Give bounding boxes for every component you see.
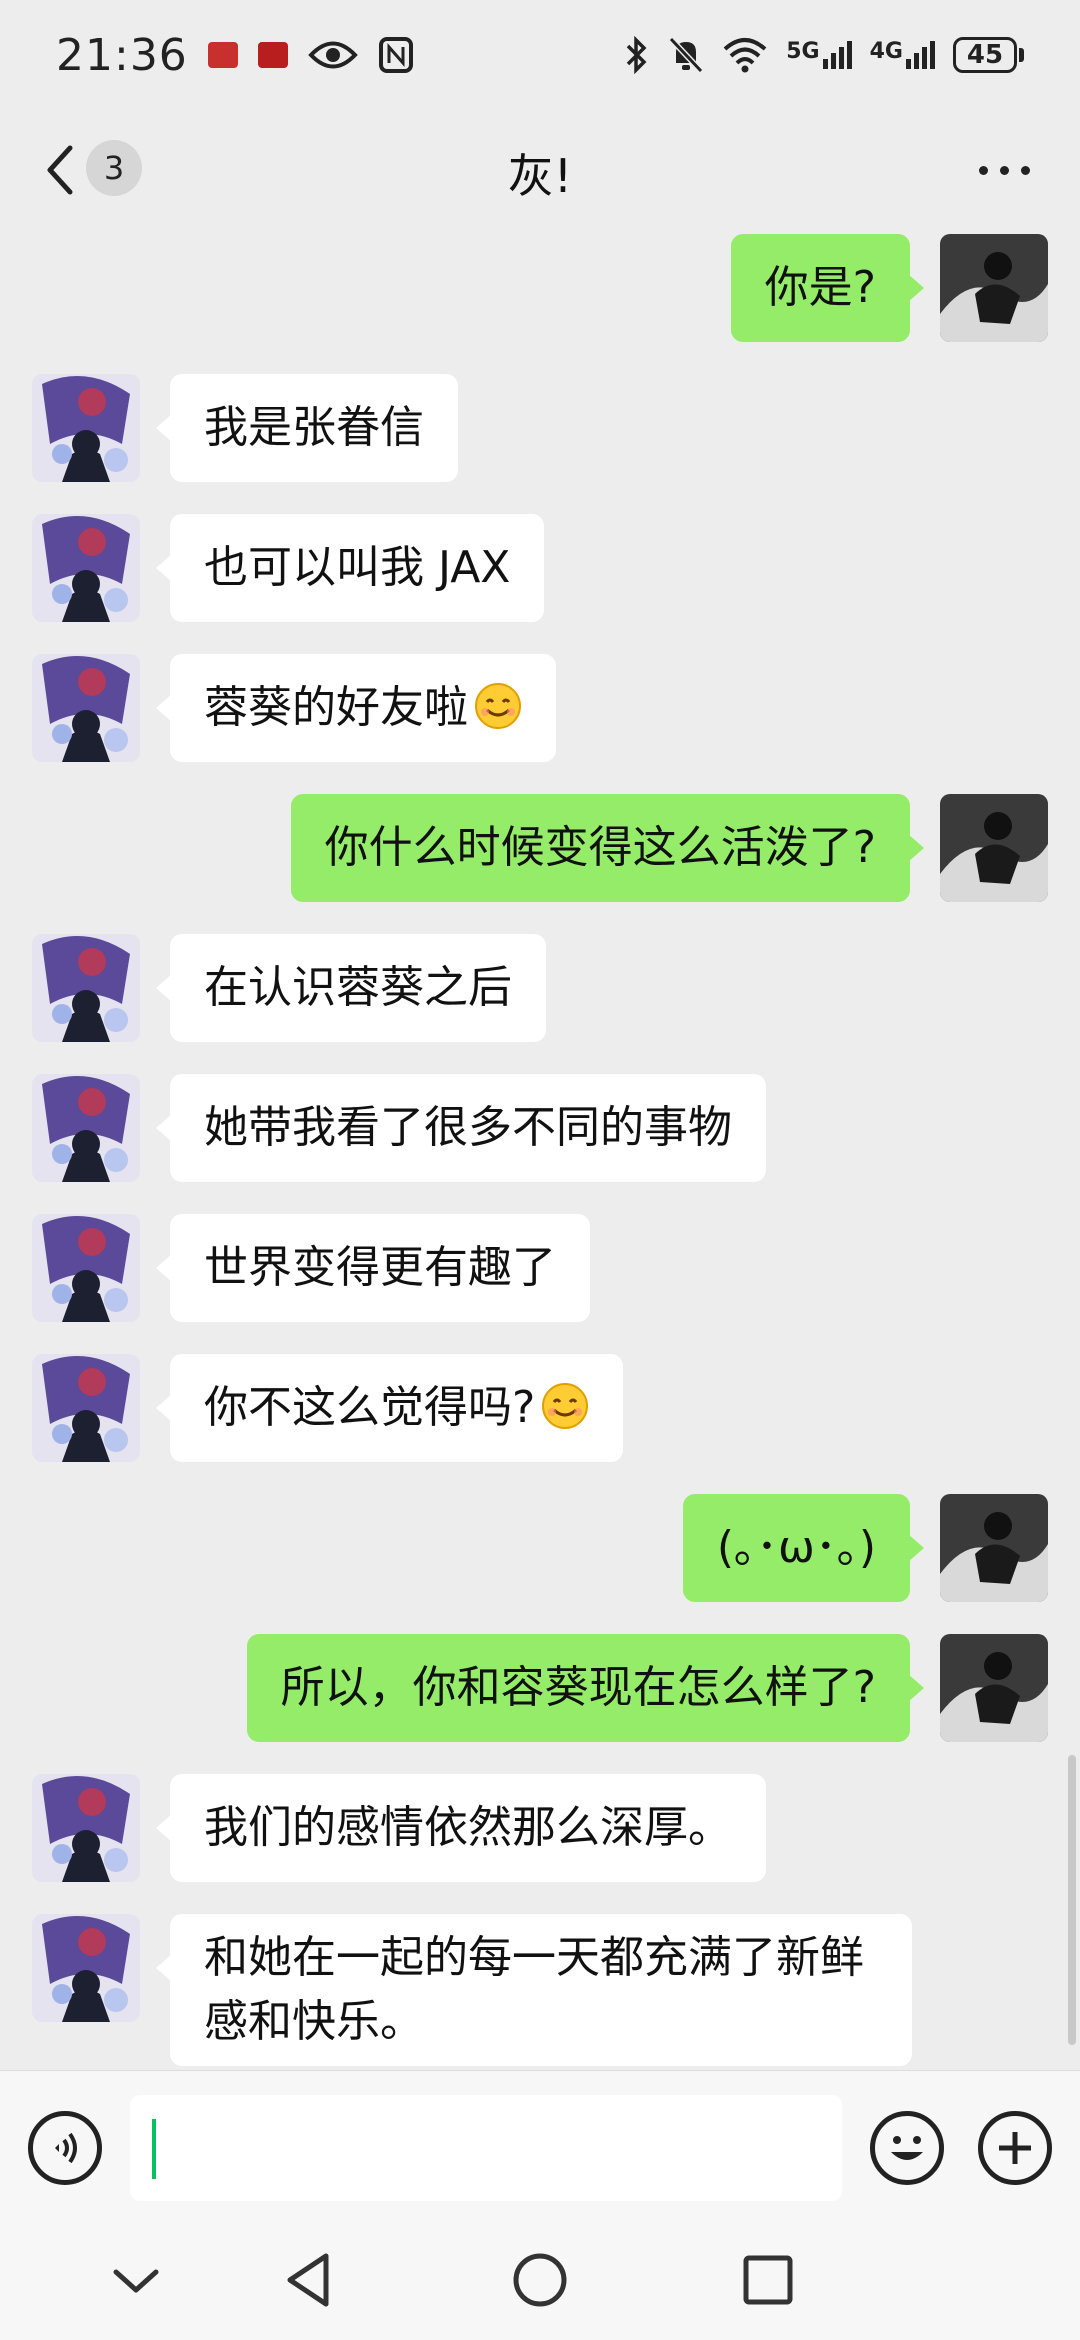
message-text: 你是? [764,262,876,313]
signal-4g-icon: 4G [870,41,935,69]
avatar-contact[interactable] [32,1914,140,2022]
avatar-contact[interactable] [32,374,140,482]
recents-square-icon[interactable] [728,2240,808,2320]
bluetooth-icon [627,36,647,74]
message-bubble[interactable]: 你不这么觉得吗? [155,1354,624,1462]
system-navigation-bar [0,2220,1080,2340]
battery-icon: 45 [953,37,1024,73]
smile-emoji-icon [475,683,521,729]
message-text: (｡･ω･｡) [716,1522,876,1573]
avatar-contact[interactable] [32,934,140,1042]
avatar-contact[interactable] [32,1214,140,1322]
avatar-contact[interactable] [32,654,140,762]
message-text: 我是张眷信 [204,402,424,453]
scrollbar[interactable] [1068,1755,1076,2045]
message-text: 你不这么觉得吗? [204,1382,536,1433]
signal-5g-icon: 5G [786,39,852,69]
chat-header: 3 灰! [0,110,1080,230]
avatar-contact[interactable] [32,1774,140,1882]
hide-keyboard-chevron-icon[interactable] [96,2240,176,2320]
message-text: 蓉葵的好友啦 [204,682,468,733]
battery-level: 45 [966,40,1004,70]
message-bubble[interactable]: (｡･ω･｡) [682,1494,925,1602]
message-list[interactable]: 你是? 我是张眷信 也可以叫我 JAX 蓉葵的好友啦 你什么时候变得这么活泼了? [0,230,1080,2070]
voice-input-button[interactable] [28,2111,102,2185]
plus-icon [999,2132,1031,2164]
message-text: 在认识蓉葵之后 [204,962,512,1013]
message-bubble[interactable]: 我们的感情依然那么深厚。 [156,1774,766,1882]
avatar-self[interactable] [940,234,1048,342]
emoji-icon [891,2136,923,2160]
input-bar [0,2070,1080,2220]
avatar-self[interactable] [940,1634,1048,1742]
app-notif-icon [207,42,238,68]
message-bubble[interactable]: 所以，你和容葵现在怎么样了? [246,1634,925,1742]
wifi-icon [723,38,767,73]
avatar-self[interactable] [940,794,1048,902]
message-text: 她带我看了很多不同的事物 [204,1102,732,1153]
message-text: 所以，你和容葵现在怎么样了? [280,1662,876,1713]
message-bubble[interactable]: 她带我看了很多不同的事物 [156,1074,766,1182]
message-bubble[interactable]: 在认识蓉葵之后 [156,934,546,1042]
message-bubble[interactable]: 世界变得更有趣了 [156,1214,590,1322]
more-functions-button[interactable] [978,2111,1052,2185]
message-bubble[interactable]: 你什么时候变得这么活泼了? [290,794,925,902]
text-caret [152,2119,156,2179]
voice-icon [55,2132,77,2164]
eye-icon [308,41,358,69]
net-4g-label: 4G [869,39,903,64]
app-notif-icon-2 [257,42,288,68]
message-bubble[interactable]: 也可以叫我 JAX [155,514,545,622]
net-5g-label: 5G [786,39,820,64]
avatar-self[interactable] [940,1494,1048,1602]
message-text: 世界变得更有趣了 [204,1242,556,1293]
message-bubble[interactable]: 和她在一起的每一天都充满了新鲜感和快乐。 [156,1914,912,2066]
message-bubble[interactable]: 蓉葵的好友啦 [156,654,556,762]
message-text: 也可以叫我 JAX [204,542,511,593]
back-triangle-icon[interactable] [270,2240,350,2320]
message-text: 和她在一起的每一天都充满了新鲜感和快乐。 [204,1932,864,2047]
more-options-button[interactable] [979,166,1030,175]
avatar-contact[interactable] [32,514,140,622]
message-bubble[interactable]: 我是张眷信 [156,374,458,482]
nfc-icon [378,37,413,73]
avatar-contact[interactable] [32,1074,140,1182]
home-circle-icon[interactable] [500,2240,580,2320]
message-text: 我们的感情依然那么深厚。 [204,1802,732,1853]
message-bubble[interactable]: 你是? [730,234,925,342]
avatar-contact[interactable] [32,1354,140,1462]
chat-title: 灰! [507,149,573,203]
smile-emoji-icon [542,1383,589,1429]
emoji-button[interactable] [870,2111,944,2185]
mute-bell-icon [669,36,704,74]
status-bar: 21:36 5G 4G 45 [0,0,1080,110]
message-input[interactable] [130,2095,842,2201]
status-time: 21:36 [56,29,188,81]
message-text: 你什么时候变得这么活泼了? [324,822,876,873]
